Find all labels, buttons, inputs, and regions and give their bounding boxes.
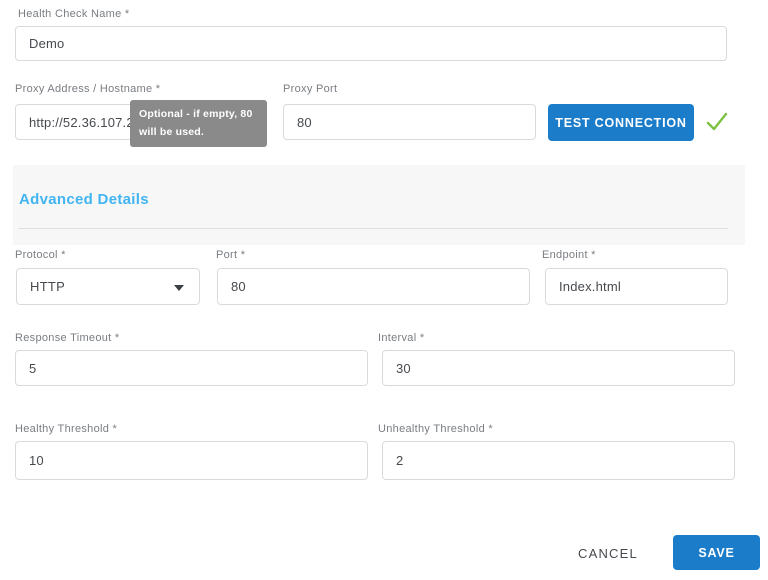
response-timeout-label: Response Timeout * — [15, 332, 119, 344]
protocol-label: Protocol * — [15, 249, 66, 261]
save-button[interactable]: SAVE — [673, 535, 760, 570]
unhealthy-threshold-input[interactable] — [382, 441, 735, 480]
advanced-details-heading: Advanced Details — [19, 191, 149, 208]
port-label: Port * — [216, 249, 245, 261]
interval-label: Interval * — [378, 332, 424, 344]
health-check-name-label: Health Check Name * — [18, 8, 129, 20]
unhealthy-threshold-label: Unhealthy Threshold * — [378, 423, 493, 435]
cancel-button[interactable]: CANCEL — [578, 543, 638, 563]
proxy-address-label: Proxy Address / Hostname * — [15, 83, 160, 95]
proxy-port-tooltip: Optional - if empty, 80 will be used. — [130, 100, 267, 147]
port-input[interactable] — [217, 268, 530, 305]
health-check-name-input[interactable] — [15, 26, 727, 61]
healthy-threshold-input[interactable] — [15, 441, 368, 480]
proxy-port-label: Proxy Port — [283, 83, 337, 95]
response-timeout-input[interactable] — [15, 350, 368, 386]
advanced-details-divider — [18, 228, 728, 229]
endpoint-label: Endpoint * — [542, 249, 596, 261]
protocol-selected-value: HTTP — [30, 279, 65, 294]
dropdown-arrow-icon — [174, 285, 184, 291]
protocol-select[interactable]: HTTP — [16, 268, 200, 305]
proxy-port-input[interactable] — [283, 104, 536, 140]
healthy-threshold-label: Healthy Threshold * — [15, 423, 117, 435]
connection-success-checkmark-icon — [703, 108, 731, 136]
endpoint-input[interactable] — [545, 268, 728, 305]
interval-input[interactable] — [382, 350, 735, 386]
test-connection-button[interactable]: TEST CONNECTION — [548, 104, 694, 141]
